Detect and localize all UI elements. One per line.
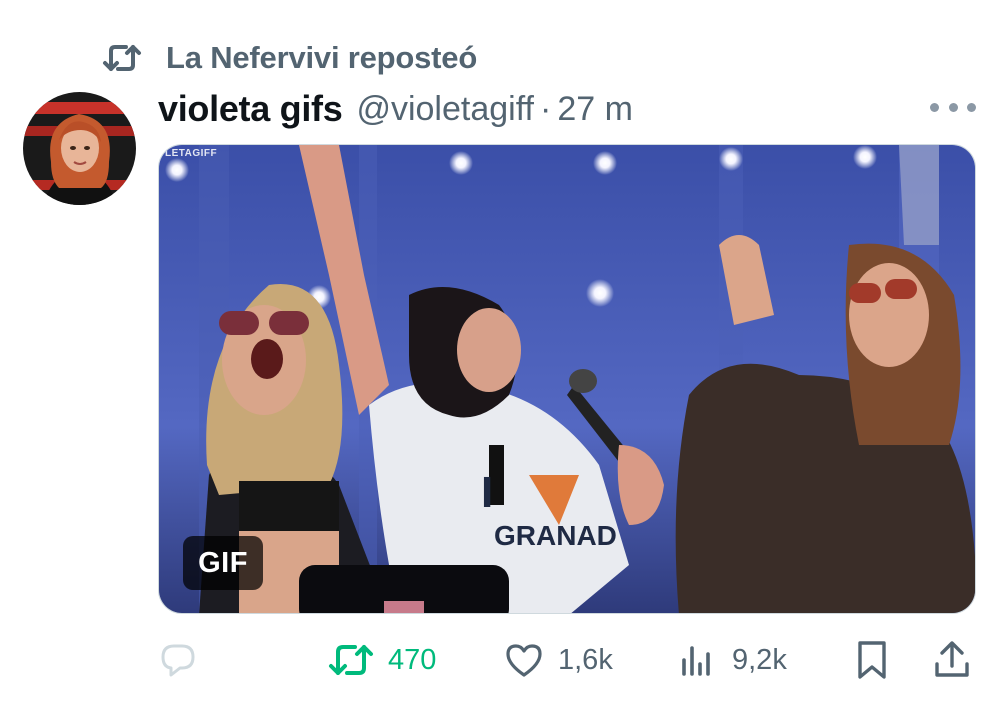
- shirt-letter: I: [481, 468, 493, 517]
- bookmark-button[interactable]: [852, 634, 892, 686]
- share-icon: [935, 641, 969, 677]
- repost-icon: [329, 645, 373, 675]
- gif-badge: GIF: [183, 536, 263, 590]
- shirt-text: GRANAD: [494, 520, 617, 551]
- separator-dot: ·: [540, 89, 552, 128]
- user-handle[interactable]: @violetagiff: [356, 90, 534, 129]
- repost-button[interactable]: 470: [328, 634, 436, 686]
- like-count: 1,6k: [558, 643, 613, 676]
- display-name[interactable]: violeta gifs: [158, 88, 343, 130]
- avatar-image: [23, 92, 136, 205]
- more-options-icon[interactable]: [930, 92, 976, 122]
- views-button[interactable]: 9,2k: [678, 634, 787, 686]
- like-button[interactable]: 1,6k: [504, 634, 613, 686]
- avatar[interactable]: [23, 92, 136, 205]
- reply-button[interactable]: [158, 634, 212, 686]
- timestamp[interactable]: 27 m: [557, 90, 633, 129]
- repost-banner-text: La Nefervivi reposteó: [166, 40, 478, 75]
- heart-icon: [506, 644, 542, 677]
- repost-banner[interactable]: La Nefervivi reposteó: [102, 38, 477, 78]
- reply-icon: [161, 644, 195, 677]
- views-icon: [682, 646, 710, 676]
- share-button[interactable]: [932, 634, 972, 686]
- tweet-header: violeta gifs @violetagiff · 27 m: [158, 84, 633, 134]
- repost-icon: [103, 45, 141, 71]
- tweet-media[interactable]: GRANAD I LETAGIFF GIF: [158, 144, 976, 614]
- watermark: LETAGIFF: [165, 148, 218, 159]
- views-count: 9,2k: [732, 643, 787, 676]
- gif-image: GRANAD I: [159, 145, 975, 613]
- bookmark-icon: [858, 641, 886, 679]
- repost-count: 470: [388, 643, 437, 676]
- action-bar: 470 1,6k 9,2k: [158, 634, 976, 686]
